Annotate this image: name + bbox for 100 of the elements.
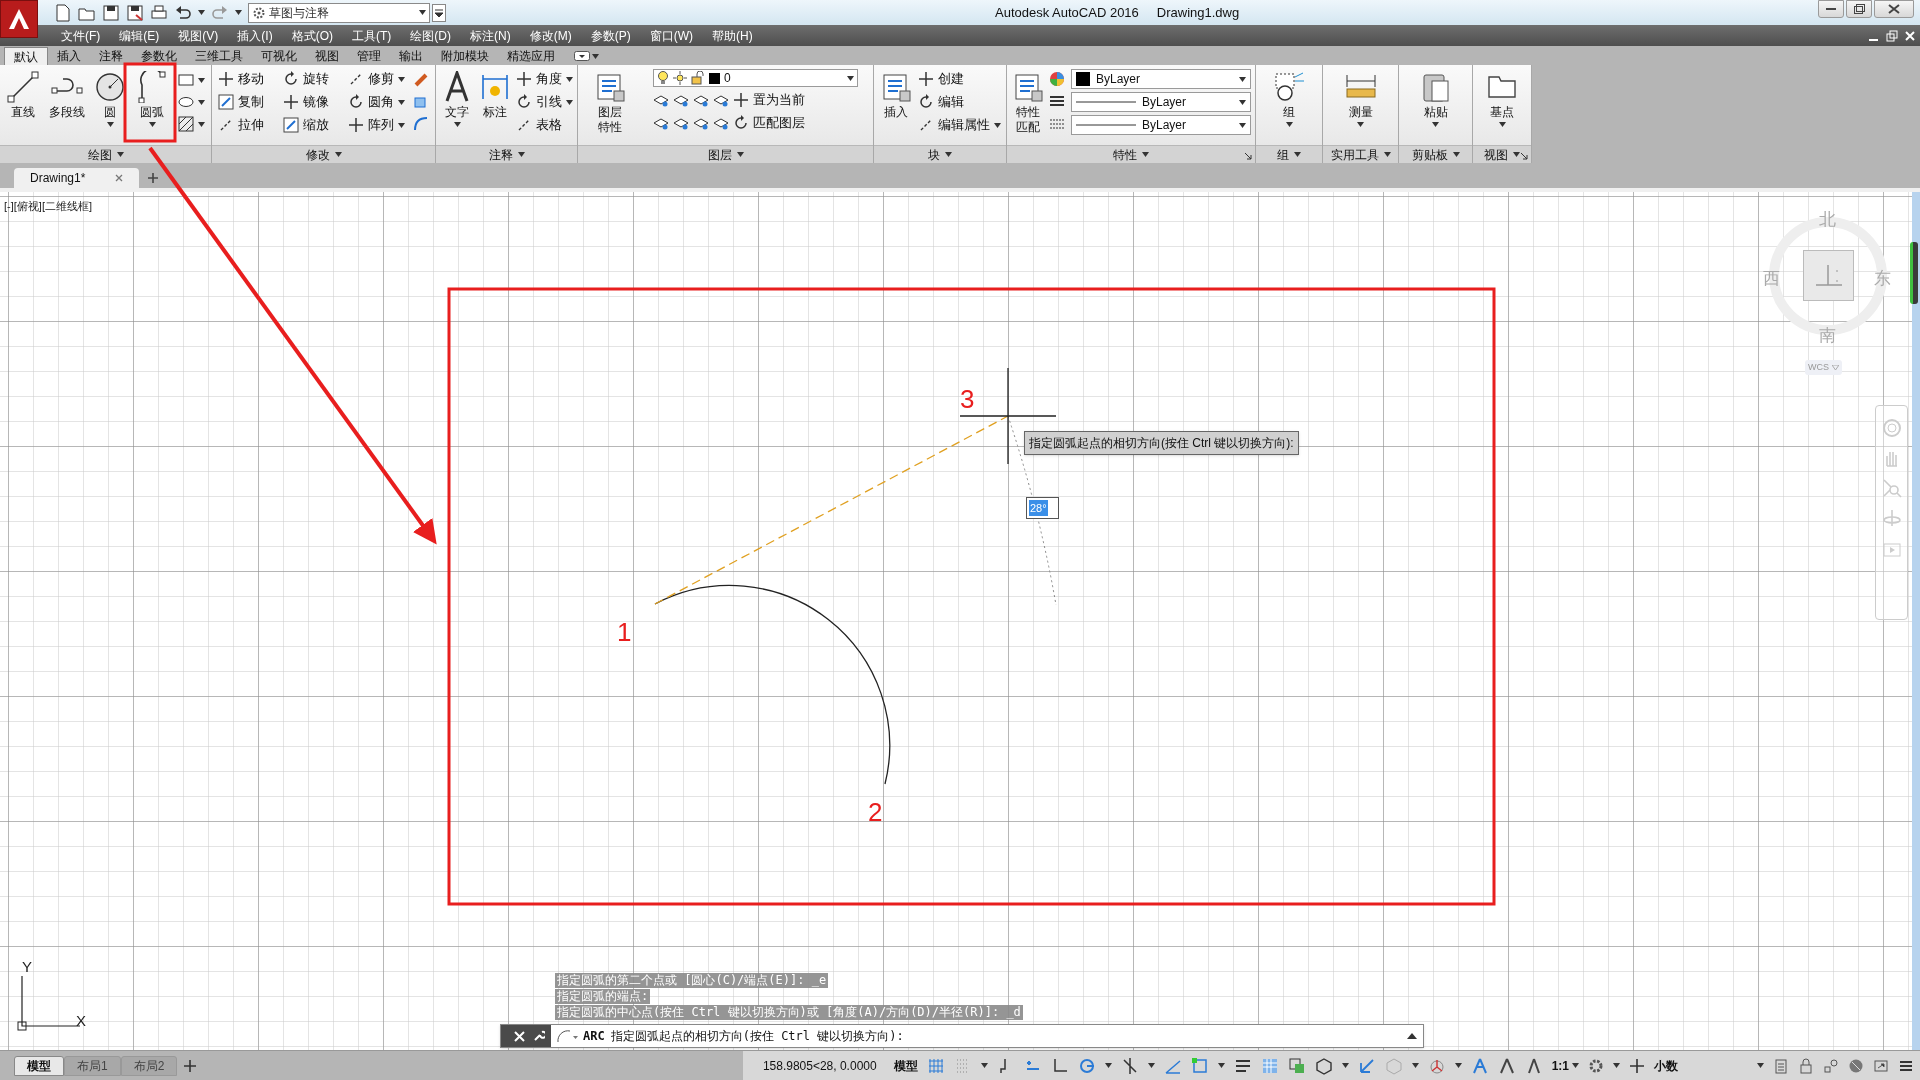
isolate-objects-icon[interactable] [1823, 1057, 1839, 1074]
ribbon-tool-button[interactable]: 角度 [516, 69, 573, 89]
expand-history-icon[interactable] [1407, 1032, 1417, 1040]
menu-item[interactable]: 标注(N) [463, 26, 518, 45]
caret-icon[interactable] [198, 121, 206, 127]
caret-icon[interactable] [419, 10, 426, 15]
property-dropdown[interactable]: ByLayer [1071, 69, 1251, 89]
annotation-visibility-icon[interactable] [1470, 1056, 1489, 1075]
annotation-scale-dropdown[interactable]: 1:1 [1551, 1056, 1579, 1075]
workspace-gear-icon[interactable] [1588, 1057, 1604, 1074]
caret-icon[interactable] [736, 152, 744, 157]
wrench-icon[interactable] [533, 1030, 545, 1042]
auto-scale-icon[interactable] [1497, 1056, 1516, 1075]
caret-icon[interactable] [1452, 152, 1460, 157]
ribbon-tool-button[interactable]: 粘贴 [1418, 69, 1453, 127]
caret-icon[interactable] [1432, 122, 1439, 127]
drawing-canvas[interactable]: [-][俯视][二维线框] 1 2 3 指定圆弧起点的相切方向(按住 Ctrl 键以切换方向): 28° 北 西 东 南 WCS Y X 指定圆弧的第二个点或 [圆心(C)/端点(E)]: _e 指定圆弧的端点: 指定圆弧的中心点(按住 Ctrl 键以切换方向)或 [角度(A)/方向(D)/半径(R)]: _d ARC 指定圆弧起点的相切方向(按住 Ctrl 键以切换方向): [0, 192, 1920, 1050]
lock-ui-icon[interactable] [1798, 1057, 1814, 1074]
ribbon-tab[interactable]: 默认 [4, 47, 48, 65]
layout-tab[interactable]: 布局1 [64, 1056, 121, 1076]
caret-icon[interactable] [566, 99, 573, 105]
coordinates-readout[interactable]: 158.9805<28, 0.0000 [762, 1056, 877, 1075]
offset-icon[interactable] [411, 115, 430, 133]
caret-icon[interactable] [1239, 122, 1246, 128]
caret-icon[interactable] [397, 99, 405, 105]
isodraft-icon[interactable] [1120, 1056, 1139, 1075]
add-icon[interactable] [147, 172, 159, 184]
scrollbar-thumb[interactable] [1910, 242, 1918, 304]
selection-cycling-icon[interactable] [1287, 1056, 1306, 1075]
new-file-icon[interactable] [54, 3, 72, 22]
caret-icon[interactable] [1411, 1063, 1419, 1068]
ribbon-tool-button[interactable]: 缩放 [282, 115, 340, 135]
caret-icon[interactable] [334, 152, 342, 157]
redo-icon[interactable] [211, 3, 229, 22]
property-dropdown[interactable]: ByLayer [1071, 115, 1251, 135]
caret-icon[interactable] [397, 122, 405, 128]
ribbon-tool-button[interactable]: 编辑 [918, 92, 1002, 112]
caret-icon[interactable] [198, 99, 206, 105]
ribbon-tool-button[interactable]: 多段线 [47, 69, 86, 120]
ribbon-tool-button[interactable]: 基点 [1485, 69, 1519, 127]
caret-icon[interactable] [116, 152, 124, 157]
caret-icon[interactable] [1454, 1063, 1462, 1068]
arc-command-icon[interactable] [555, 1028, 579, 1044]
workspace-dropdown[interactable]: 草图与注释 [248, 2, 430, 23]
menu-item[interactable]: 视图(V) [171, 26, 226, 45]
caret-icon[interactable] [1613, 1063, 1620, 1068]
color-wheel-icon[interactable] [1049, 71, 1065, 87]
ribbon-tool-button[interactable]: 阵列 [347, 115, 405, 135]
menu-item[interactable]: 工具(T) [345, 26, 399, 45]
close-button[interactable] [1874, 0, 1914, 18]
layout-tab[interactable]: 模型 [14, 1056, 64, 1076]
caret-icon[interactable] [1142, 152, 1149, 157]
caret-icon[interactable] [453, 122, 461, 127]
layout-tab[interactable]: 布局2 [120, 1056, 178, 1076]
caret-icon[interactable] [1341, 1063, 1349, 1068]
caret-icon[interactable] [107, 122, 114, 127]
ribbon-tool-button[interactable]: 创建 [918, 69, 1002, 89]
ribbon-tab[interactable]: 精选应用 [498, 47, 564, 65]
menu-item[interactable]: 窗口(W) [642, 26, 700, 45]
minimize-button[interactable] [1818, 0, 1844, 18]
ribbon-tab[interactable]: 插入 [48, 47, 90, 65]
ribbon-tool-button[interactable]: 文字 [440, 69, 474, 127]
ribbon-tool-button[interactable]: 组 [1272, 69, 1306, 127]
menu-item[interactable]: 文件(F) [54, 26, 108, 45]
viewport-controls[interactable]: [-][俯视][二维线框] [4, 198, 92, 215]
menu-item[interactable]: 格式(O) [284, 26, 340, 45]
caret-icon[interactable] [1357, 122, 1364, 127]
caret-icon[interactable] [1217, 1063, 1225, 1068]
caret-icon[interactable] [1757, 1063, 1764, 1068]
save-as-icon[interactable] [126, 3, 144, 22]
close-icon[interactable] [115, 174, 123, 182]
ribbon-tool-button[interactable]: 移动 [217, 69, 275, 89]
caret-icon[interactable] [1239, 76, 1246, 82]
ribbon-tab[interactable]: 参数化 [132, 47, 186, 65]
caret-icon[interactable] [517, 152, 525, 157]
caret-icon[interactable] [945, 152, 952, 157]
clean-screen-icon[interactable] [1873, 1057, 1889, 1074]
save-icon[interactable] [102, 3, 120, 22]
dynamic-ucs-icon[interactable] [1357, 1056, 1376, 1075]
customize-menu-icon[interactable] [432, 3, 446, 22]
ribbon-tool-button[interactable]: 圆弧 [135, 69, 170, 127]
menu-item[interactable]: 插入(I) [230, 26, 280, 45]
caret-icon[interactable] [1294, 152, 1301, 157]
ribbon-tool-button[interactable]: 标注 [478, 69, 512, 120]
scrollbar[interactable] [1912, 192, 1920, 1050]
restore-button[interactable] [1846, 0, 1872, 18]
ribbon-tab[interactable]: 可视化 [252, 47, 306, 65]
caret-icon[interactable] [1572, 1063, 1579, 1068]
print-icon[interactable] [150, 3, 168, 22]
caret-icon[interactable] [1383, 152, 1391, 157]
ribbon-tab[interactable]: 附加模块 [432, 47, 498, 65]
ribbon-tab[interactable]: 输出 [390, 47, 432, 65]
ribbon-tool-button[interactable]: 匹配图层 [653, 113, 858, 133]
ribbon-tool-button[interactable]: 插入 [878, 69, 913, 120]
ribbon-tool-button[interactable]: 图层特性 [593, 69, 627, 135]
units-dropdown[interactable]: 小数 [1654, 1056, 1764, 1075]
ribbon-tab[interactable]: 三维工具 [186, 47, 252, 65]
hardware-acceleration-icon[interactable] [1848, 1057, 1864, 1074]
dialog-launcher-icon[interactable] [1244, 152, 1252, 160]
undo-icon[interactable] [174, 3, 192, 22]
